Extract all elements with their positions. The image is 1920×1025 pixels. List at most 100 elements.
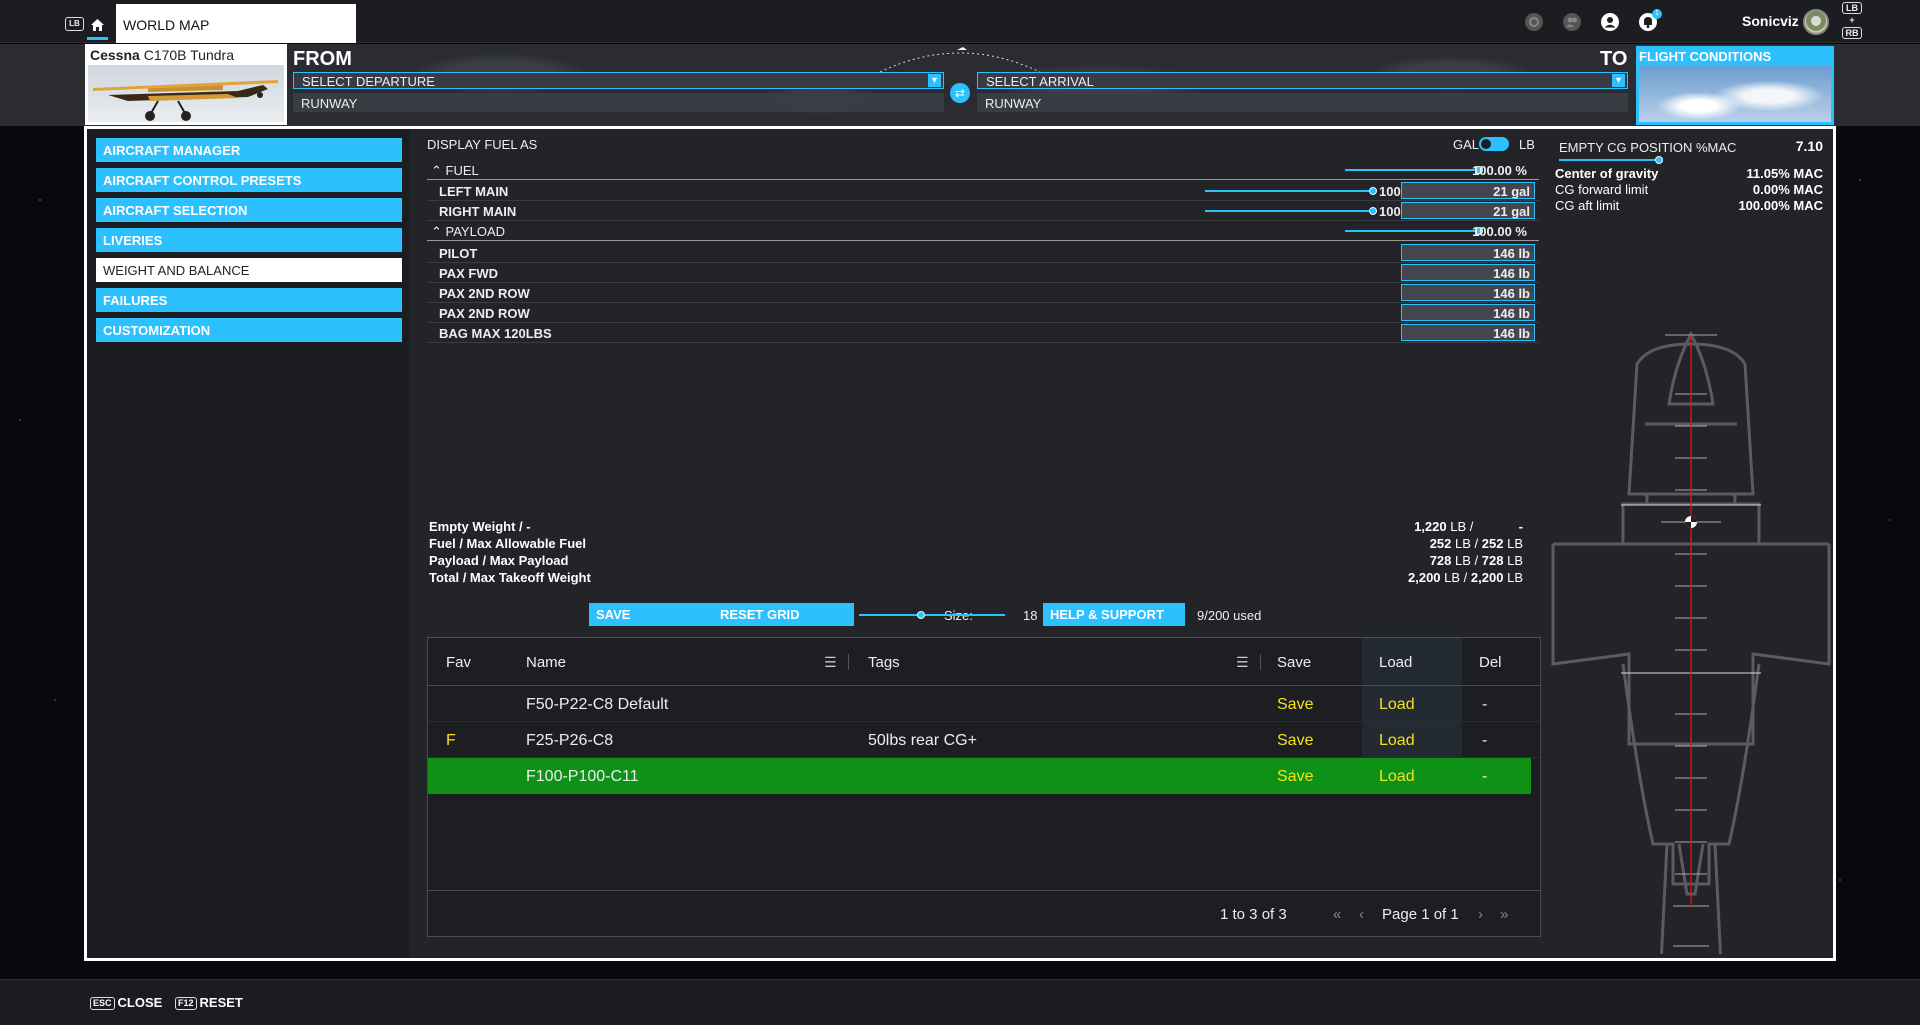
totals-label: Fuel / Max Allowable Fuel [429, 536, 586, 551]
load-action[interactable]: Load [1379, 696, 1415, 714]
station-weight-input[interactable]: 146 lb [1401, 284, 1535, 301]
grid-size-slider[interactable] [859, 611, 1005, 619]
from-label: FROM [293, 48, 352, 70]
sidebar-item-control-presets[interactable]: AIRCRAFT CONTROL PRESETS [96, 168, 402, 192]
reset-button[interactable]: F12 RESET [175, 995, 243, 1010]
tags-cell: 50lbs rear CG+ [868, 732, 977, 749]
next-page-icon[interactable]: › [1478, 906, 1483, 923]
fuel-tank-row: RIGHT MAIN 100 21 gal [427, 201, 1539, 221]
delete-action[interactable]: - [1482, 768, 1487, 786]
achievements-icon[interactable] [1524, 12, 1544, 32]
totals-label: Payload / Max Payload [429, 553, 569, 568]
rb-hint: RB [1842, 27, 1862, 39]
station-label: PAX 2ND ROW [439, 286, 530, 301]
column-divider[interactable] [848, 654, 849, 670]
grid-header: Fav Name ☰ Tags ☰ Save Load Del [428, 638, 1540, 686]
delete-action[interactable]: - [1482, 732, 1487, 750]
arrival-runway-field[interactable]: RUNWAY [977, 93, 1628, 112]
flight-conditions-label: FLIGHT CONDITIONS [1639, 49, 1772, 64]
avatar[interactable] [1803, 9, 1829, 35]
load-action[interactable]: Load [1379, 768, 1415, 786]
weight-balance-panel: AIRCRAFT MANAGER AIRCRAFT CONTROL PRESET… [84, 126, 1836, 961]
help-support-button[interactable]: HELP & SUPPORT [1043, 603, 1185, 626]
home-button[interactable] [87, 12, 108, 40]
lb-button-hint: LB [65, 17, 84, 31]
fuel-total-slider[interactable] [1345, 166, 1483, 174]
save-action[interactable]: Save [1277, 696, 1313, 714]
weight-totals: Empty Weight / - 1,220 LB / - Fuel / Max… [429, 519, 1529, 587]
save-preset-button[interactable]: SAVE [589, 603, 731, 626]
delete-action[interactable]: - [1482, 696, 1487, 714]
payload-station-row: PAX FWD 146 lb [427, 263, 1539, 283]
close-button[interactable]: ESC CLOSE [90, 995, 162, 1010]
fuel-section-row[interactable]: ⌃ FUEL 100.00 % [427, 160, 1539, 180]
tank-slider-value: 100 [1379, 184, 1401, 199]
column-menu-icon[interactable]: ☰ [824, 654, 837, 671]
column-header-tags[interactable]: Tags [868, 654, 900, 671]
right-main-slider[interactable] [1205, 207, 1377, 215]
sidebar-item-failures[interactable]: FAILURES [96, 288, 402, 312]
sidebar-item-weight-balance[interactable]: WEIGHT AND BALANCE [96, 258, 402, 282]
column-header-load[interactable]: Load [1379, 654, 1412, 671]
weight-center-panel: DISPLAY FUEL AS GAL LB ⌃ FUEL 100.00 % L… [417, 129, 1541, 958]
table-row-selected[interactable]: F100-P100-C11 Save Load - [428, 758, 1531, 794]
last-page-icon[interactable]: » [1500, 906, 1508, 923]
sidebar-item-aircraft-manager[interactable]: AIRCRAFT MANAGER [96, 138, 402, 162]
plus-hint: + [1849, 15, 1855, 25]
totals-row: Payload / Max Payload 728 LB / 728 LB [429, 553, 1529, 570]
first-page-icon[interactable]: « [1333, 906, 1341, 923]
home-icon [91, 18, 104, 31]
profile-icon[interactable] [1600, 12, 1620, 32]
fuel-section-percent: 100.00 % [1472, 163, 1527, 178]
page-switch-hint: LB + RB [1842, 1, 1862, 40]
column-header-save[interactable]: Save [1277, 654, 1311, 671]
right-main-input[interactable]: 21 gal [1401, 202, 1535, 219]
save-action[interactable]: Save [1277, 768, 1313, 786]
fuel-unit-toggle[interactable] [1479, 137, 1509, 151]
departure-select[interactable]: SELECT DEPARTURE ▾ [293, 72, 944, 89]
swap-route-icon[interactable]: ⇄ [950, 83, 970, 103]
station-weight-input[interactable]: 146 lb [1401, 304, 1535, 321]
reset-grid-button[interactable]: RESET GRID [713, 603, 854, 626]
table-row[interactable]: F F25-P26-C8 50lbs rear CG+ Save Load - [428, 722, 1540, 758]
station-weight-input[interactable]: 146 lb [1401, 244, 1535, 261]
column-divider[interactable] [1260, 654, 1261, 670]
username[interactable]: Sonicviz [1742, 13, 1799, 29]
name-cell: F25-P26-C8 [526, 732, 614, 749]
flight-conditions-card[interactable]: FLIGHT CONDITIONS [1636, 46, 1834, 125]
column-menu-icon[interactable]: ☰ [1236, 654, 1249, 671]
arrival-select-text: SELECT ARRIVAL [986, 74, 1094, 89]
station-weight-input[interactable]: 146 lb [1401, 324, 1535, 341]
notifications-bell-icon[interactable]: 1 [1638, 9, 1662, 32]
left-main-slider[interactable] [1205, 187, 1377, 195]
table-row[interactable]: F50-P22-C8 Default Save Load - [428, 686, 1540, 722]
presets-used-count: 9/200 used [1197, 608, 1262, 623]
previous-page-icon[interactable]: ‹ [1359, 906, 1364, 923]
aircraft-card[interactable]: Cessna C170B Tundra [85, 44, 287, 125]
friends-icon[interactable] [1562, 12, 1582, 32]
fuel-section-label: ⌃ FUEL [431, 163, 479, 178]
column-header-fav[interactable]: Fav [446, 654, 471, 671]
departure-select-text: SELECT DEPARTURE [302, 74, 435, 89]
arrival-select[interactable]: SELECT ARRIVAL ▾ [977, 72, 1628, 89]
load-action[interactable]: Load [1379, 732, 1415, 750]
departure-runway-field[interactable]: RUNWAY [293, 93, 944, 112]
totals-value: 2,200 LB / 2,200 LB [1408, 570, 1523, 585]
fuel-tank-row: LEFT MAIN 100 21 gal [427, 181, 1539, 201]
fav-cell[interactable]: F [446, 732, 456, 750]
column-header-del[interactable]: Del [1479, 654, 1502, 671]
sky-thumbnail [1639, 66, 1831, 122]
save-action[interactable]: Save [1277, 732, 1313, 750]
totals-row: Total / Max Takeoff Weight 2,200 LB / 2,… [429, 570, 1529, 587]
totals-value: 252 LB / 252 LB [1429, 536, 1523, 551]
empty-cg-slider[interactable] [1559, 156, 1663, 164]
station-weight-input[interactable]: 146 lb [1401, 264, 1535, 281]
payload-total-slider[interactable] [1345, 227, 1483, 235]
left-main-input[interactable]: 21 gal [1401, 182, 1535, 199]
sidebar-item-customization[interactable]: CUSTOMIZATION [96, 318, 402, 342]
sidebar-item-aircraft-selection[interactable]: AIRCRAFT SELECTION [96, 198, 402, 222]
payload-section-row[interactable]: ⌃ PAYLOAD 100.00 % [427, 221, 1539, 241]
sidebar-item-liveries[interactable]: LIVERIES [96, 228, 402, 252]
tab-world-map[interactable]: WORLD MAP [116, 4, 356, 43]
column-header-name[interactable]: Name [526, 654, 566, 671]
